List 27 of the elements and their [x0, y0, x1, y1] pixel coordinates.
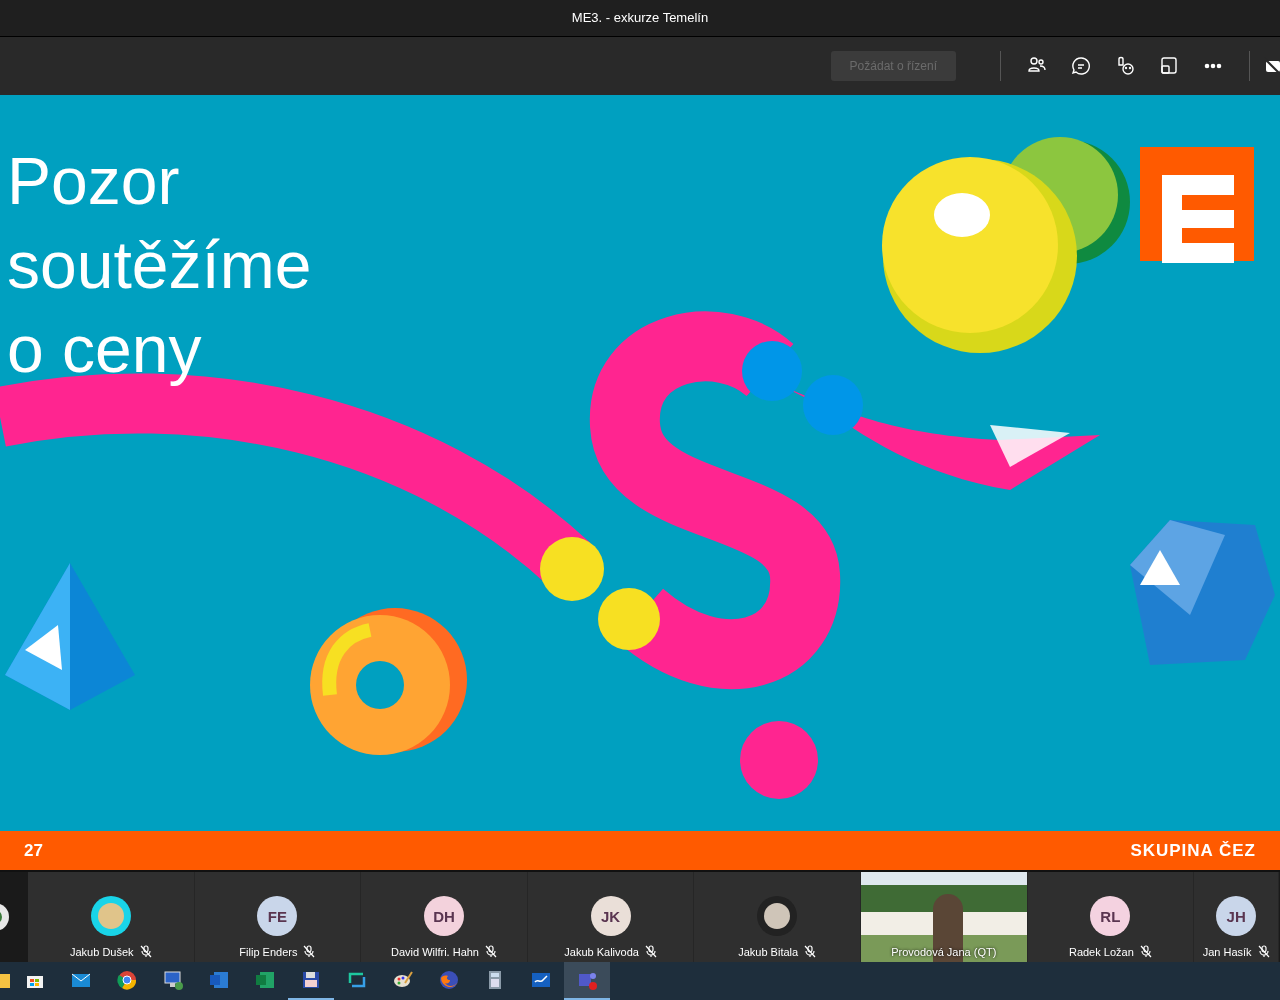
window-title: ME3. - exkurze Temelín — [571, 10, 709, 26]
participant-name: Jakub Bitala — [738, 945, 799, 958]
profile-picture-icon — [757, 896, 798, 936]
participant-name: Filip Enders — [239, 945, 298, 958]
participant-name: Jakub Dušek — [70, 945, 134, 958]
document-app-icon — [208, 969, 230, 991]
profile-picture-icon — [0, 902, 10, 933]
fox-globe-icon — [438, 969, 460, 991]
participant-name: Jan Hasík — [1202, 945, 1252, 958]
chat-icon[interactable] — [1070, 54, 1092, 77]
participant-name: Provodová Jana (QT) — [891, 946, 997, 958]
share-tray-icon[interactable] — [1158, 54, 1180, 77]
initials-avatar: FE — [257, 896, 298, 936]
participant-name: Jakub Kalivoda — [564, 945, 639, 958]
slide-number: 27 — [24, 840, 43, 861]
monitor-icon — [162, 969, 184, 991]
initials-avatar: RL — [1090, 896, 1131, 936]
spreadsheet-app-icon — [254, 969, 276, 991]
brand-label: SKUPINA ČEZ — [1130, 840, 1256, 861]
initials-avatar: JH — [1216, 896, 1257, 936]
slide-title: Pozor soutěžíme o ceny — [6, 142, 313, 388]
initials-avatar: JK — [590, 896, 631, 936]
participant-name: Radek Ložan — [1068, 945, 1134, 958]
initials-avatar: DH — [424, 896, 464, 936]
profile-picture-icon — [90, 896, 131, 936]
participant-name: David Wilfri. Hahn — [390, 945, 479, 958]
round-browser-icon — [116, 969, 138, 991]
